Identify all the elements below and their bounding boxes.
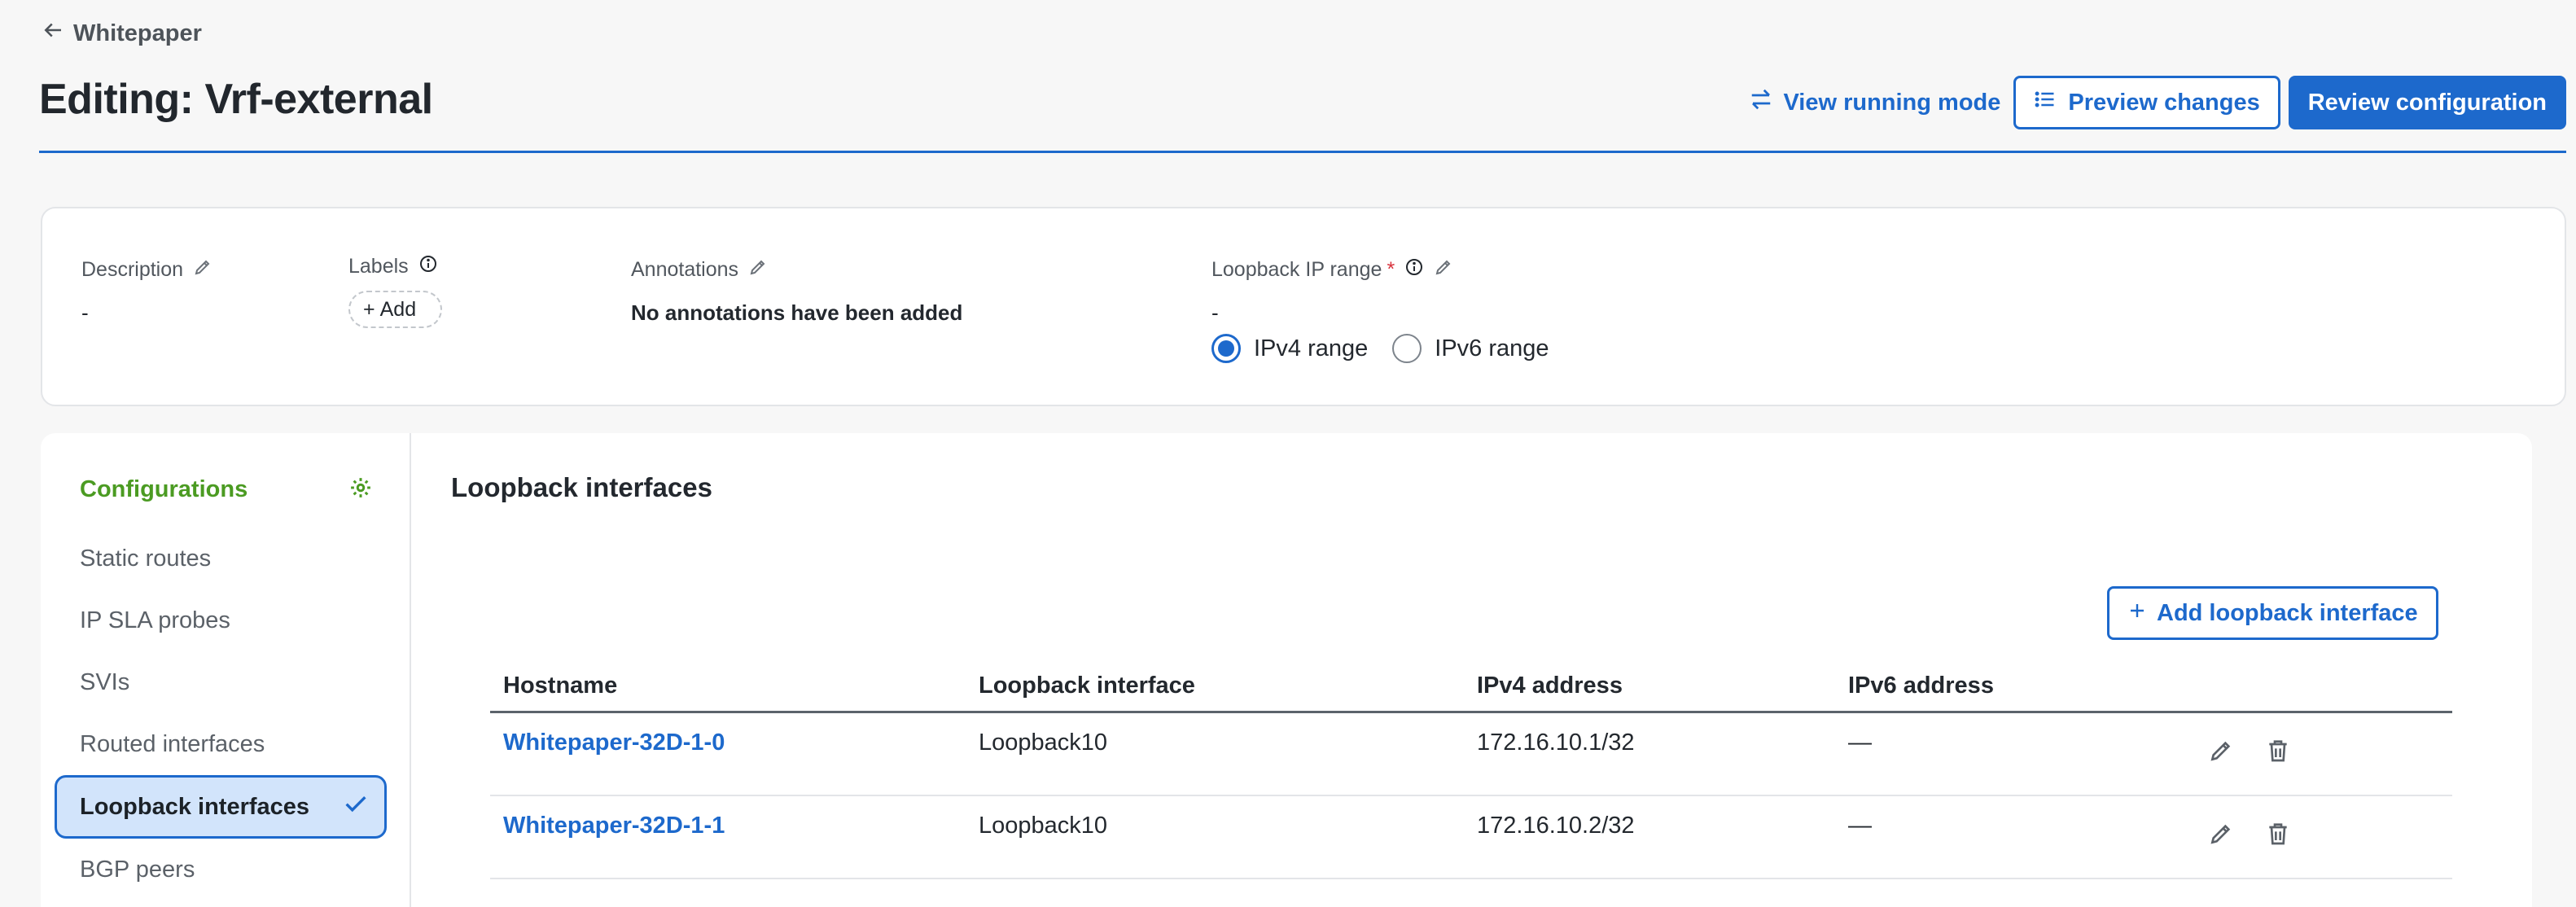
swap-arrows-icon	[1749, 87, 1773, 118]
info-icon[interactable]	[1404, 257, 1424, 283]
add-label-text: Add	[379, 297, 417, 321]
row-actions	[2208, 821, 2291, 847]
loopback-table: Hostname Loopback interface IPv4 address…	[490, 663, 2452, 879]
table-header: Hostname Loopback interface IPv4 address…	[490, 663, 2452, 713]
table-row: Whitepaper-32D-1-0 Loopback10 172.16.10.…	[490, 713, 2452, 796]
required-indicator: *	[1387, 258, 1395, 281]
hostname-link[interactable]: Whitepaper-32D-1-0	[503, 730, 725, 756]
check-icon	[342, 790, 370, 824]
list-icon	[2034, 88, 2057, 117]
annotations-field: Annotations No annotations have been add…	[631, 257, 962, 326]
ipv6-cell: —	[1848, 813, 1872, 839]
page-title: Editing: Vrf-external	[39, 76, 433, 123]
labels-label: Labels	[348, 255, 409, 278]
ipv4-cell: 172.16.10.1/32	[1477, 730, 1635, 756]
edit-annotations-icon[interactable]	[748, 257, 768, 283]
sidebar-header: Configurations	[80, 475, 373, 504]
sidebar-item-label: Loopback interfaces	[80, 793, 310, 820]
header-divider	[39, 151, 2566, 153]
ipv6-cell: —	[1848, 730, 1872, 756]
radio-selected-icon	[1211, 334, 1241, 363]
review-configuration-button[interactable]: Review configuration	[2288, 76, 2566, 129]
column-header-ipv4-address: IPv4 address	[1477, 673, 1623, 699]
description-value: -	[81, 300, 89, 325]
main-card: Configurations Static routes IP SLA prob…	[41, 433, 2532, 907]
sidebar-item-loopback-interfaces[interactable]: Loopback interfaces	[55, 775, 387, 839]
edit-description-icon[interactable]	[193, 257, 212, 283]
column-header-loopback-interface: Loopback interface	[979, 673, 1195, 699]
ipv4-range-label: IPv4 range	[1254, 335, 1369, 361]
edit-loopback-icon[interactable]	[1434, 257, 1453, 283]
row-actions	[2208, 738, 2291, 764]
ipv4-cell: 172.16.10.2/32	[1477, 813, 1635, 839]
view-running-mode-button[interactable]: View running mode	[1744, 76, 2005, 129]
annotations-label: Annotations	[631, 258, 739, 281]
add-loopback-interface-button[interactable]: Add loopback interface	[2107, 586, 2438, 640]
column-header-hostname: Hostname	[503, 673, 618, 699]
info-card: Description - Labels + Add Annotations N…	[41, 207, 2566, 406]
ip-range-radio-group: IPv4 range IPv6 range	[1211, 334, 1549, 363]
loopback-cell: Loopback10	[979, 730, 1108, 756]
arrow-left-icon	[41, 18, 65, 49]
loopback-ip-range-field: Loopback IP range * - IPv4 range IPv6 ra…	[1211, 257, 1549, 363]
content-title: Loopback interfaces	[451, 472, 712, 502]
gear-icon[interactable]	[348, 475, 373, 504]
sidebar-title: Configurations	[80, 476, 248, 502]
description-label: Description	[81, 258, 184, 281]
sidebar-item-ip-sla-probes[interactable]: IP SLA probes	[80, 607, 230, 634]
radio-unselected-icon	[1392, 334, 1422, 363]
add-label-button[interactable]: + Add	[348, 291, 443, 328]
sidebar-item-svis[interactable]: SVIs	[80, 669, 129, 696]
view-running-mode-label: View running mode	[1783, 89, 2001, 116]
loopback-cell: Loopback10	[979, 813, 1108, 839]
back-link-label: Whitepaper	[73, 20, 202, 46]
loopback-ip-range-label: Loopback IP range	[1211, 258, 1382, 281]
plus-icon	[2127, 600, 2147, 627]
column-header-ipv6-address: IPv6 address	[1848, 673, 1994, 699]
preview-changes-button[interactable]: Preview changes	[2013, 76, 2280, 129]
header-actions: View running mode Preview changes Review…	[1744, 76, 2566, 129]
annotations-value: No annotations have been added	[631, 300, 963, 325]
sidebar: Configurations Static routes IP SLA prob…	[41, 433, 411, 907]
edit-icon[interactable]	[2208, 738, 2234, 764]
hostname-link[interactable]: Whitepaper-32D-1-1	[503, 813, 725, 839]
back-link[interactable]: Whitepaper	[41, 18, 202, 49]
plus-icon: +	[363, 297, 375, 321]
sidebar-item-static-routes[interactable]: Static routes	[80, 546, 211, 572]
info-icon[interactable]	[418, 254, 438, 279]
preview-changes-label: Preview changes	[2068, 89, 2260, 116]
sidebar-item-bgp-peers[interactable]: BGP peers	[80, 857, 195, 883]
trash-icon[interactable]	[2265, 821, 2291, 847]
edit-icon[interactable]	[2208, 821, 2234, 847]
ipv6-range-label: IPv6 range	[1435, 335, 1549, 361]
table-row: Whitepaper-32D-1-1 Loopback10 172.16.10.…	[490, 796, 2452, 879]
description-field: Description -	[81, 257, 212, 326]
ipv6-range-radio[interactable]: IPv6 range	[1392, 334, 1549, 363]
trash-icon[interactable]	[2265, 738, 2291, 764]
add-loopback-interface-label: Add loopback interface	[2157, 599, 2418, 626]
loopback-ip-range-value: -	[1211, 300, 1219, 325]
sidebar-item-routed-interfaces[interactable]: Routed interfaces	[80, 731, 265, 758]
labels-field: Labels + Add	[348, 254, 443, 328]
ipv4-range-radio[interactable]: IPv4 range	[1211, 334, 1368, 363]
